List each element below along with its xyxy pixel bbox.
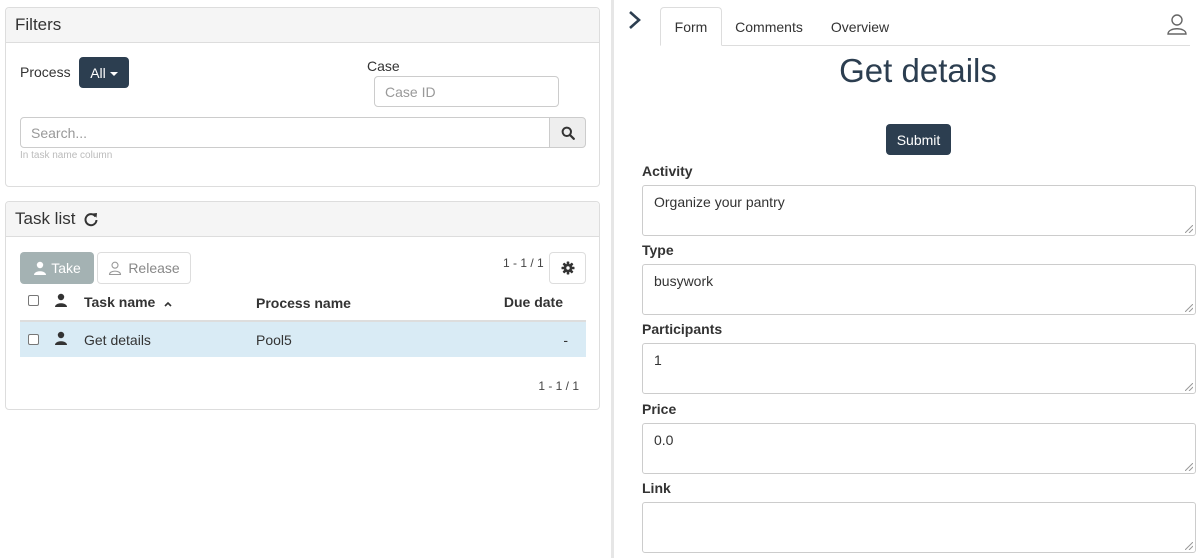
column-process-name[interactable]: Process name bbox=[256, 295, 351, 311]
user-icon bbox=[55, 293, 67, 307]
price-label: Price bbox=[642, 401, 677, 417]
pager-top: 1 - 1 / 1 bbox=[503, 256, 544, 270]
resize-grip-icon[interactable] bbox=[1185, 463, 1193, 471]
process-dropdown[interactable]: All bbox=[79, 57, 129, 88]
gear-icon bbox=[561, 261, 574, 275]
participants-label: Participants bbox=[642, 321, 723, 337]
release-label: Release bbox=[128, 260, 180, 276]
tab-comments[interactable]: Comments bbox=[726, 7, 812, 46]
release-button[interactable]: Release bbox=[97, 252, 191, 284]
search-input[interactable]: Search... bbox=[20, 117, 550, 148]
settings-button[interactable] bbox=[549, 252, 586, 284]
tab-form[interactable]: Form bbox=[660, 7, 722, 46]
process-dropdown-value: All bbox=[90, 64, 106, 81]
user-icon bbox=[55, 331, 67, 345]
sort-up-icon bbox=[164, 301, 172, 307]
type-field[interactable]: busywork bbox=[642, 264, 1196, 315]
user-account-icon[interactable] bbox=[1166, 13, 1188, 35]
case-id-input[interactable]: Case ID bbox=[374, 76, 559, 107]
pager-bottom: 1 - 1 / 1 bbox=[538, 379, 579, 393]
case-label: Case bbox=[367, 58, 400, 74]
take-button[interactable]: Take bbox=[20, 252, 94, 284]
resize-grip-icon[interactable] bbox=[1185, 542, 1193, 550]
type-label: Type bbox=[642, 242, 674, 258]
cell-process-name: Pool5 bbox=[256, 332, 292, 348]
resize-grip-icon[interactable] bbox=[1185, 383, 1193, 391]
table-header: Task name Process name Due date bbox=[20, 292, 586, 322]
filters-panel: Filters Process All Case Case ID Search.… bbox=[5, 7, 600, 187]
caret-down-icon bbox=[109, 71, 118, 76]
search-button[interactable] bbox=[549, 117, 586, 148]
tasklist-panel: Task list Take Release 1 - 1 / 1 Task na… bbox=[5, 201, 600, 410]
left-pane: Filters Process All Case Case ID Search.… bbox=[0, 0, 606, 558]
process-label: Process bbox=[20, 64, 71, 80]
form-title: Get details bbox=[839, 52, 997, 89]
chevron-right-icon[interactable] bbox=[628, 10, 642, 30]
filters-title: Filters bbox=[15, 15, 62, 34]
select-all-checkbox[interactable] bbox=[28, 295, 39, 306]
resize-grip-icon[interactable] bbox=[1185, 225, 1193, 233]
tasklist-heading: Task list bbox=[6, 202, 599, 237]
filters-heading: Filters bbox=[6, 8, 599, 43]
tab-overview[interactable]: Overview bbox=[822, 7, 898, 46]
submit-button[interactable]: Submit bbox=[886, 124, 951, 155]
search-help-text: In task name column bbox=[20, 150, 113, 161]
case-id-placeholder: Case ID bbox=[385, 83, 436, 100]
activity-field[interactable]: Organize your pantry bbox=[642, 185, 1196, 236]
user-icon bbox=[34, 261, 47, 275]
link-label: Link bbox=[642, 480, 671, 496]
link-field[interactable] bbox=[642, 502, 1196, 553]
refresh-icon[interactable] bbox=[83, 211, 99, 227]
pane-divider[interactable] bbox=[611, 0, 614, 558]
participants-field[interactable]: 1 bbox=[642, 343, 1196, 394]
table-row[interactable]: Get details Pool5 - bbox=[20, 322, 586, 357]
resize-grip-icon[interactable] bbox=[1185, 304, 1193, 312]
search-icon bbox=[561, 126, 575, 140]
row-checkbox[interactable] bbox=[28, 334, 39, 345]
user-outline-icon bbox=[109, 261, 122, 275]
cell-task-name: Get details bbox=[84, 332, 151, 348]
price-field[interactable]: 0.0 bbox=[642, 423, 1196, 474]
cell-due-date: - bbox=[563, 332, 568, 348]
column-due-date[interactable]: Due date bbox=[504, 294, 563, 310]
activity-label: Activity bbox=[642, 163, 693, 179]
search-placeholder: Search... bbox=[31, 124, 88, 141]
column-task-name[interactable]: Task name bbox=[84, 294, 172, 310]
submit-label: Submit bbox=[896, 131, 941, 148]
take-label: Take bbox=[51, 260, 81, 276]
tasklist-title: Task list bbox=[15, 209, 76, 228]
